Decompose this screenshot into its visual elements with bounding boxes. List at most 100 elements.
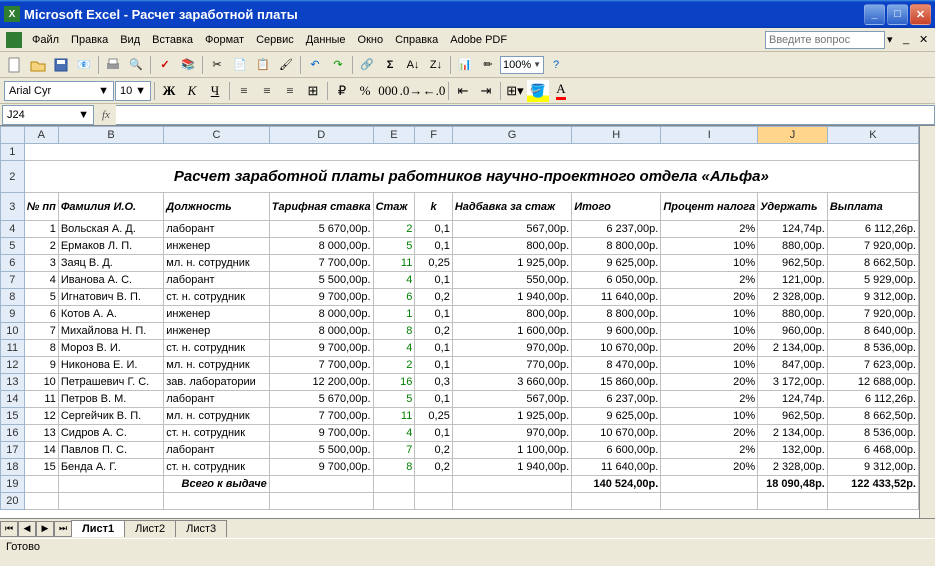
cell[interactable]: 15 860,00р. [572, 374, 661, 391]
cell[interactable]: 3 172,00р. [758, 374, 828, 391]
cell[interactable]: 10 670,00р. [572, 425, 661, 442]
table-row[interactable]: 1714Павлов П. С.лаборант5 500,00р.70,21 … [1, 442, 919, 459]
new-button[interactable] [4, 54, 26, 76]
sheet-title[interactable]: Расчет заработной платы работников научн… [24, 161, 918, 193]
menu-edit[interactable]: Правка [65, 31, 114, 49]
menu-adobe[interactable]: Adobe PDF [444, 31, 513, 49]
cell[interactable]: 2 [373, 357, 415, 374]
cell[interactable]: 6 237,00р. [572, 391, 661, 408]
table-row[interactable]: 41Вольская А. Д.лаборант5 670,00р.20,156… [1, 221, 919, 238]
cell[interactable]: 14 [24, 442, 58, 459]
cell[interactable]: 6 [24, 306, 58, 323]
cell[interactable]: 5 929,00р. [827, 272, 918, 289]
hdr-pay[interactable]: Выплата [827, 193, 918, 221]
cell[interactable]: Мороз В. И. [58, 340, 163, 357]
cell[interactable]: 11 [373, 408, 415, 425]
cell[interactable]: 5 [373, 238, 415, 255]
open-button[interactable] [27, 54, 49, 76]
cell[interactable]: 7 920,00р. [827, 238, 918, 255]
row-header[interactable]: 18 [1, 459, 25, 476]
save-button[interactable] [50, 54, 72, 76]
col-header[interactable]: F [415, 127, 453, 144]
cell[interactable]: 8 662,50р. [827, 255, 918, 272]
hdr-bonus[interactable]: Надбавка за стаж [452, 193, 571, 221]
cell[interactable]: 10% [661, 323, 758, 340]
tab-nav-next[interactable]: ▶ [36, 521, 54, 537]
minimize-button[interactable]: _ [864, 4, 885, 25]
sort-desc-button[interactable]: Z↓ [425, 54, 447, 76]
cell[interactable]: 880,00р. [758, 306, 828, 323]
font-name-dropdown[interactable]: Arial Cyr▼ [4, 81, 114, 101]
ask-question-input[interactable] [765, 31, 885, 49]
col-header[interactable]: G [452, 127, 571, 144]
cell[interactable]: 10 [24, 374, 58, 391]
row-header[interactable]: 17 [1, 442, 25, 459]
cell[interactable]: 962,50р. [758, 255, 828, 272]
autosum-button[interactable]: Σ [379, 54, 401, 76]
cell[interactable]: 8 000,00р. [269, 238, 373, 255]
cell[interactable]: 20% [661, 340, 758, 357]
cell[interactable]: 6 112,26р. [827, 391, 918, 408]
table-row[interactable]: 1310Петрашевич Г. С.зав. лаборатории12 2… [1, 374, 919, 391]
col-header[interactable]: K [827, 127, 918, 144]
cell[interactable]: 6 050,00р. [572, 272, 661, 289]
cell[interactable]: 962,50р. [758, 408, 828, 425]
cell[interactable]: 10% [661, 306, 758, 323]
cell[interactable]: 13 [24, 425, 58, 442]
hyperlink-button[interactable]: 🔗 [356, 54, 378, 76]
cell[interactable]: 0,1 [415, 340, 453, 357]
hdr-num[interactable]: № пп [24, 193, 58, 221]
cell[interactable]: 4 [24, 272, 58, 289]
cell[interactable]: Бенда А. Г. [58, 459, 163, 476]
table-row[interactable]: 74Иванова А. С.лаборант5 500,00р.40,1550… [1, 272, 919, 289]
cell[interactable]: 0,25 [415, 255, 453, 272]
select-all-button[interactable] [1, 127, 25, 144]
cell[interactable]: Сергейчик В. П. [58, 408, 163, 425]
tab-nav-last[interactable]: ⏭ [54, 521, 72, 537]
cell[interactable]: 20% [661, 289, 758, 306]
cell[interactable]: 2% [661, 391, 758, 408]
align-left-button[interactable]: ≡ [233, 80, 255, 102]
cell[interactable]: 2% [661, 221, 758, 238]
row-header[interactable]: 8 [1, 289, 25, 306]
cell[interactable]: 2 [24, 238, 58, 255]
vertical-scrollbar[interactable] [919, 126, 935, 518]
cell[interactable]: Петров В. М. [58, 391, 163, 408]
sheet-table[interactable]: A B C D E F G H I J K 1 2 Расчет заработ… [0, 126, 919, 510]
col-header[interactable]: I [661, 127, 758, 144]
row-header[interactable]: 13 [1, 374, 25, 391]
cell[interactable]: 8 536,00р. [827, 340, 918, 357]
row-header[interactable]: 1 [1, 144, 25, 161]
cell[interactable]: 121,00р. [758, 272, 828, 289]
cell[interactable]: 2% [661, 272, 758, 289]
cell[interactable]: 7 [373, 442, 415, 459]
maximize-button[interactable]: □ [887, 4, 908, 25]
undo-button[interactable]: ↶ [304, 54, 326, 76]
sum-hold[interactable]: 18 090,48р. [758, 476, 828, 493]
cell[interactable]: 124,74р. [758, 391, 828, 408]
cell[interactable]: 5 500,00р. [269, 272, 373, 289]
cell[interactable]: 9 625,00р. [572, 408, 661, 425]
table-row[interactable]: 129Никонова Е. И.мл. н. сотрудник7 700,0… [1, 357, 919, 374]
cell[interactable]: 9 700,00р. [269, 459, 373, 476]
cell[interactable]: 800,00р. [452, 238, 571, 255]
font-color-button[interactable]: A [550, 80, 572, 102]
name-box[interactable]: J24▼ [2, 105, 94, 125]
col-header[interactable]: H [572, 127, 661, 144]
row-header[interactable]: 16 [1, 425, 25, 442]
cell[interactable]: 0,1 [415, 306, 453, 323]
table-row[interactable]: 1613Сидров А. С.ст. н. сотрудник9 700,00… [1, 425, 919, 442]
cell[interactable]: 2 134,00р. [758, 425, 828, 442]
sheet-tab-3[interactable]: Лист3 [175, 520, 227, 537]
cell[interactable]: Котов А. А. [58, 306, 163, 323]
mdi-close-icon[interactable]: ✕ [919, 33, 933, 47]
tab-nav-first[interactable]: ⏮ [0, 521, 18, 537]
cell[interactable]: 15 [24, 459, 58, 476]
menu-insert[interactable]: Вставка [146, 31, 199, 49]
cell[interactable]: 0,1 [415, 391, 453, 408]
hdr-taxp[interactable]: Процент налога [661, 193, 758, 221]
cell[interactable]: 0,3 [415, 374, 453, 391]
cell[interactable]: 6 468,00р. [827, 442, 918, 459]
cell[interactable]: 6 [373, 289, 415, 306]
cell[interactable]: Заяц В. Д. [58, 255, 163, 272]
